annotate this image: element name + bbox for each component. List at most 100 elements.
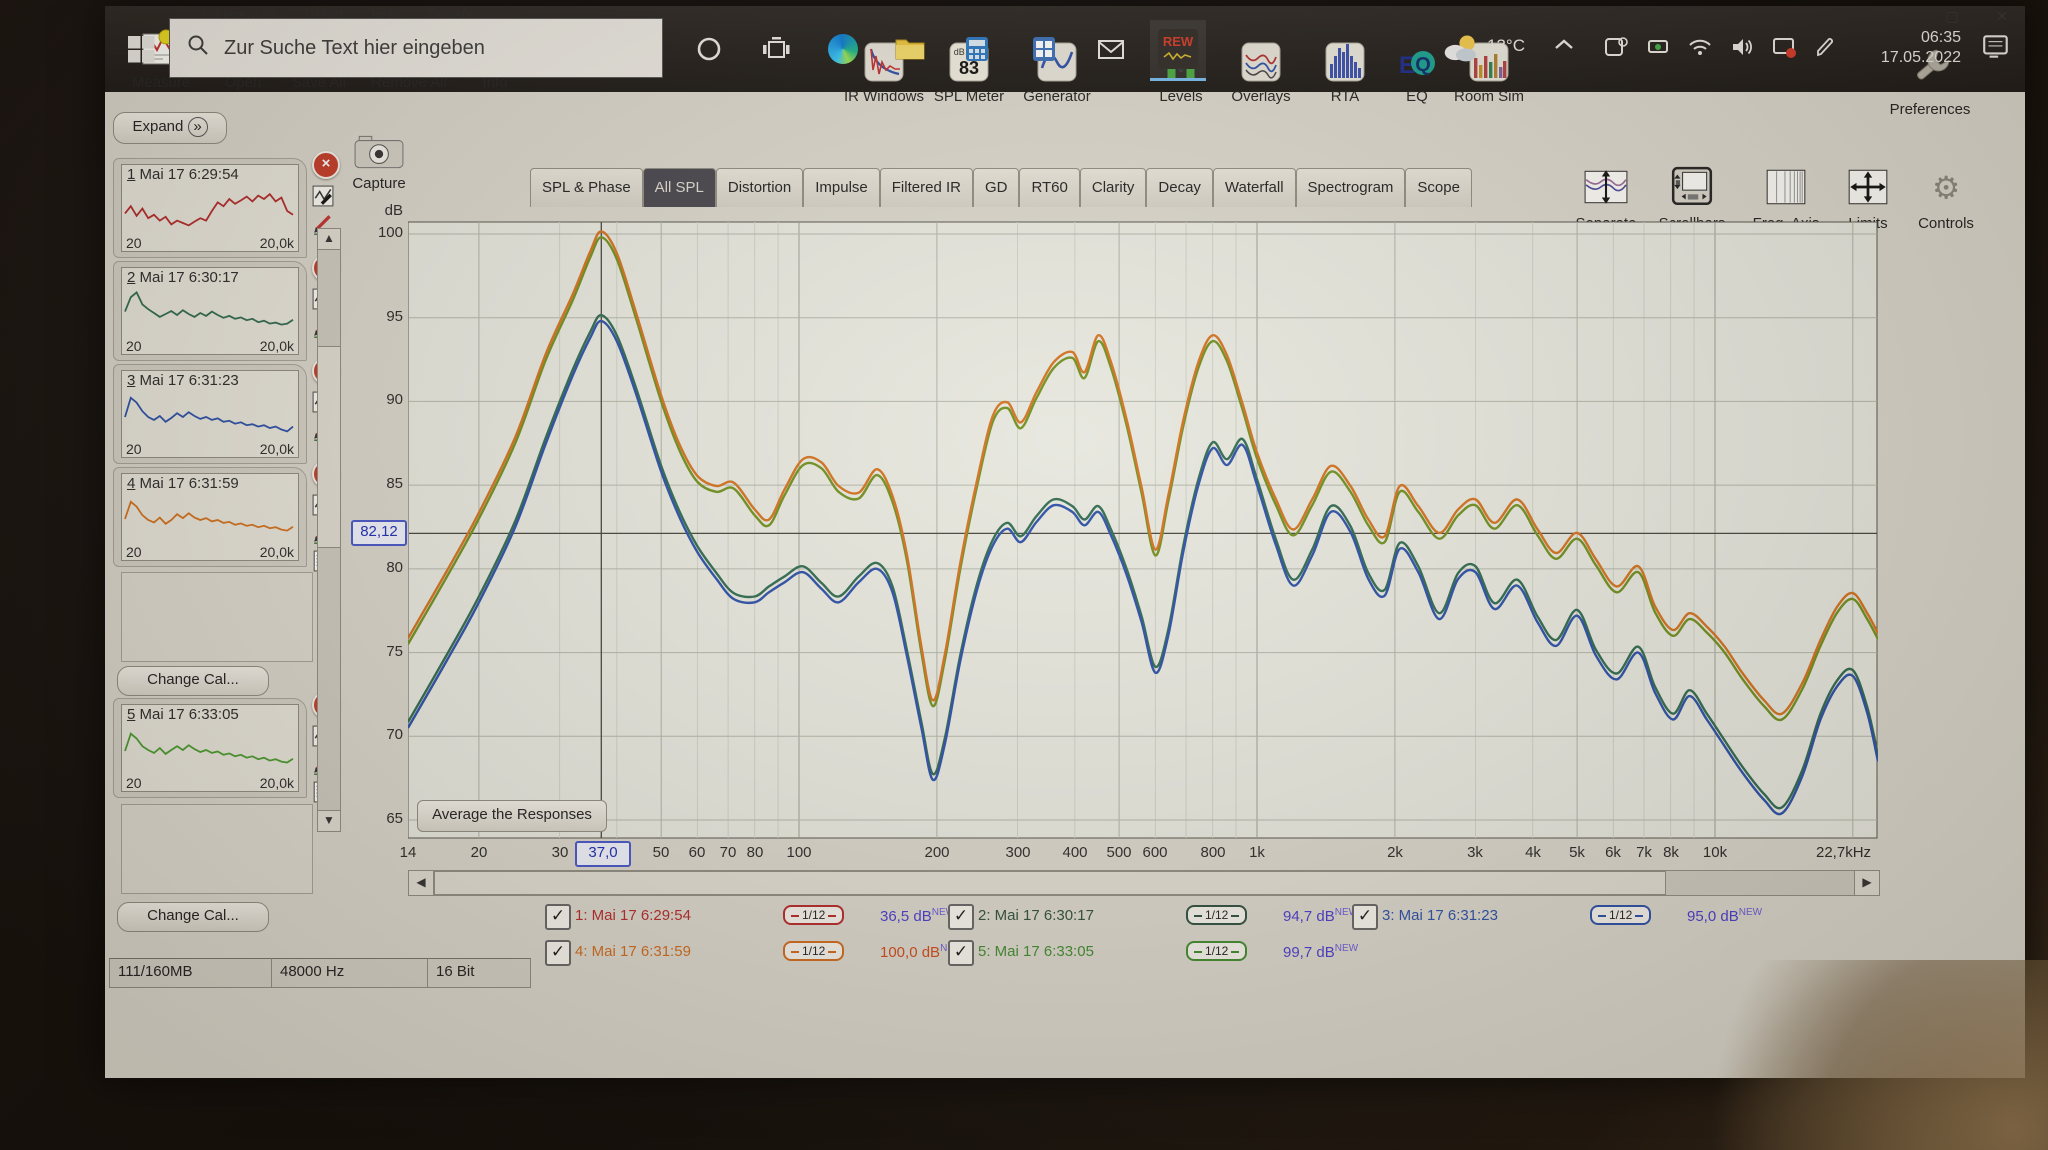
taskbar-clock[interactable]: 06:3517.05.2022 <box>1865 28 1961 68</box>
tray-chevron-icon[interactable] <box>1553 36 1575 59</box>
toolbar-label: SPL Meter <box>925 88 1013 105</box>
smoothing-badge[interactable]: 1/12 <box>1186 941 1247 961</box>
overlays-icon <box>1217 40 1305 86</box>
legend-checkbox[interactable]: ✓ <box>545 904 571 930</box>
x-tick-label: 14 <box>400 844 417 861</box>
toolbar-label: Levels <box>1137 88 1225 105</box>
toolbar-label: Generator <box>1013 88 1101 105</box>
measurement-item-3[interactable]: 3 Mai 17 6:31:232020,0k× <box>113 364 307 464</box>
notification-center-icon[interactable] <box>1981 32 2011 67</box>
measurement-item-5[interactable]: 5 Mai 17 6:33:052020,0k× <box>113 698 307 798</box>
smoothing-badge[interactable]: 1/12 <box>783 941 844 961</box>
plot-hscrollbar-left[interactable]: ◀ <box>408 870 434 896</box>
start-button[interactable] <box>115 20 167 78</box>
db-cursor-readout: 82,12 <box>351 520 407 546</box>
x-tick-label: 1k <box>1249 844 1265 861</box>
thumb-xmax-label: 20,0k <box>260 235 294 251</box>
smoothing-badge[interactable]: 1/12 <box>783 905 844 925</box>
measurement-item-4[interactable]: 4 Mai 17 6:31:592020,0k× <box>113 467 307 567</box>
taskbar-app-store[interactable] <box>1016 20 1072 78</box>
maximize-button[interactable]: ▢ <box>1937 8 1967 28</box>
measurement-sidebar: Expand »1 Mai 17 6:29:542020,0k×2 Mai 17… <box>107 106 333 958</box>
x-tick-label: 80 <box>747 844 764 861</box>
legend-new-flag: NEW <box>1335 943 1358 954</box>
taskbar-app-calculator[interactable] <box>949 20 1005 78</box>
tab-all-spl[interactable]: All SPL <box>643 168 716 207</box>
graph-control-controls[interactable]: ⚙Controls <box>1905 164 1987 232</box>
tab-rt60[interactable]: RT60 <box>1019 168 1079 207</box>
laptop-screen: PreferencesGraphHelpDonate ▢ ✕ MeasureOp… <box>105 6 2025 1078</box>
tray-cast-icon[interactable] <box>1771 34 1797 65</box>
thumb-xmin-label: 20 <box>126 235 142 251</box>
change-cal-button[interactable]: Change Cal... <box>117 902 269 932</box>
status-cell: 48000 Hz <box>271 958 435 988</box>
tab-decay[interactable]: Decay <box>1146 168 1213 207</box>
tab-gd[interactable]: GD <box>973 168 1020 207</box>
average-responses-button[interactable]: Average the Responses <box>417 800 607 832</box>
rew-logo: REW <box>1158 29 1198 69</box>
tab-waterfall[interactable]: Waterfall <box>1213 168 1296 207</box>
status-cell: 111/160MB <box>109 958 279 988</box>
close-button[interactable]: ✕ <box>1987 8 2017 28</box>
measurement-item-2[interactable]: 2 Mai 17 6:30:172020,0k× <box>113 261 307 361</box>
plot-vscrollbar-up[interactable]: ▲ <box>317 228 341 250</box>
y-tick-label: 75 <box>363 643 403 660</box>
taskbar-search[interactable]: Zur Suche Text hier eingeben <box>169 18 663 78</box>
taskbar-app-explorer[interactable] <box>882 20 938 78</box>
spl-plot[interactable] <box>408 220 1878 842</box>
tab-scope[interactable]: Scope <box>1405 168 1472 207</box>
x-tick-label: 800 <box>1200 844 1225 861</box>
tray-pen-icon[interactable] <box>1813 34 1839 65</box>
tray-teams-icon[interactable] <box>1603 34 1629 65</box>
scrollbars-icon <box>1651 164 1733 212</box>
legend-level-value: 99,7 dBNEW <box>1283 943 1358 961</box>
legend-checkbox[interactable]: ✓ <box>948 904 974 930</box>
tab-impulse[interactable]: Impulse <box>803 168 880 207</box>
freq-cursor-readout: 37,0 <box>575 841 631 867</box>
measurement-item-1[interactable]: 1 Mai 17 6:29:542020,0k× <box>113 158 307 258</box>
x-tick-label: 3k <box>1467 844 1483 861</box>
tray-volume-icon[interactable] <box>1729 34 1755 65</box>
svg-text:Q: Q <box>1415 54 1431 76</box>
change-cal-button[interactable]: Change Cal... <box>117 666 269 696</box>
x-tick-label: 8k <box>1663 844 1679 861</box>
legend-level-value: 36,5 dBNEW <box>880 907 955 925</box>
taskbar-app-cortana[interactable] <box>681 20 737 78</box>
y-axis-title: dB <box>363 202 403 219</box>
plot-vscrollbar-down[interactable]: ▼ <box>317 810 341 832</box>
legend-checkbox[interactable]: ✓ <box>948 940 974 966</box>
status-cell: 16 Bit <box>427 958 531 988</box>
taskbar-app-task-view[interactable] <box>748 20 804 78</box>
tab-spl-phase[interactable]: SPL & Phase <box>530 168 643 207</box>
tray-wifi-icon[interactable] <box>1687 34 1713 65</box>
freq-axis-icon <box>1745 164 1827 212</box>
tab-filtered-ir[interactable]: Filtered IR <box>880 168 973 207</box>
tab-clarity[interactable]: Clarity <box>1080 168 1147 207</box>
x-tick-label: 70 <box>720 844 737 861</box>
legend-trace-name: 3: Mai 17 6:31:23 <box>1382 907 1498 924</box>
tab-distortion[interactable]: Distortion <box>716 168 803 207</box>
tab-spectrogram[interactable]: Spectrogram <box>1296 168 1406 207</box>
plot-hscrollbar-right[interactable]: ▶ <box>1854 870 1880 896</box>
toolbar-button-overlays[interactable]: Overlays <box>1217 40 1305 105</box>
plot-vscrollbar-thumb[interactable] <box>317 346 341 548</box>
weather-icon <box>1440 32 1480 71</box>
controls-icon: ⚙ <box>1905 164 1987 212</box>
plot-hscrollbar-thumb[interactable] <box>434 871 1666 895</box>
smoothing-badge[interactable]: 1/12 <box>1186 905 1247 925</box>
separate-icon <box>1565 164 1647 212</box>
measurement-thumbnail: 4 Mai 17 6:31:592020,0k <box>121 473 299 561</box>
taskbar-app-mail[interactable] <box>1083 20 1139 78</box>
taskbar-app-rew[interactable]: REW <box>1150 20 1206 81</box>
taskbar-app-edge[interactable] <box>815 20 871 78</box>
legend-checkbox[interactable]: ✓ <box>1352 904 1378 930</box>
x-tick-label: 4k <box>1525 844 1541 861</box>
smoothing-badge[interactable]: 1/12 <box>1590 905 1651 925</box>
legend-checkbox[interactable]: ✓ <box>545 940 571 966</box>
trace-settings-icon[interactable] <box>312 185 334 207</box>
tray-battery-icon[interactable] <box>1645 34 1671 65</box>
legend-trace-name: 5: Mai 17 6:33:05 <box>978 943 1094 960</box>
x-tick-label: 60 <box>689 844 706 861</box>
capture-button[interactable]: Capture <box>349 134 409 192</box>
expand-button[interactable]: Expand » <box>113 112 227 144</box>
